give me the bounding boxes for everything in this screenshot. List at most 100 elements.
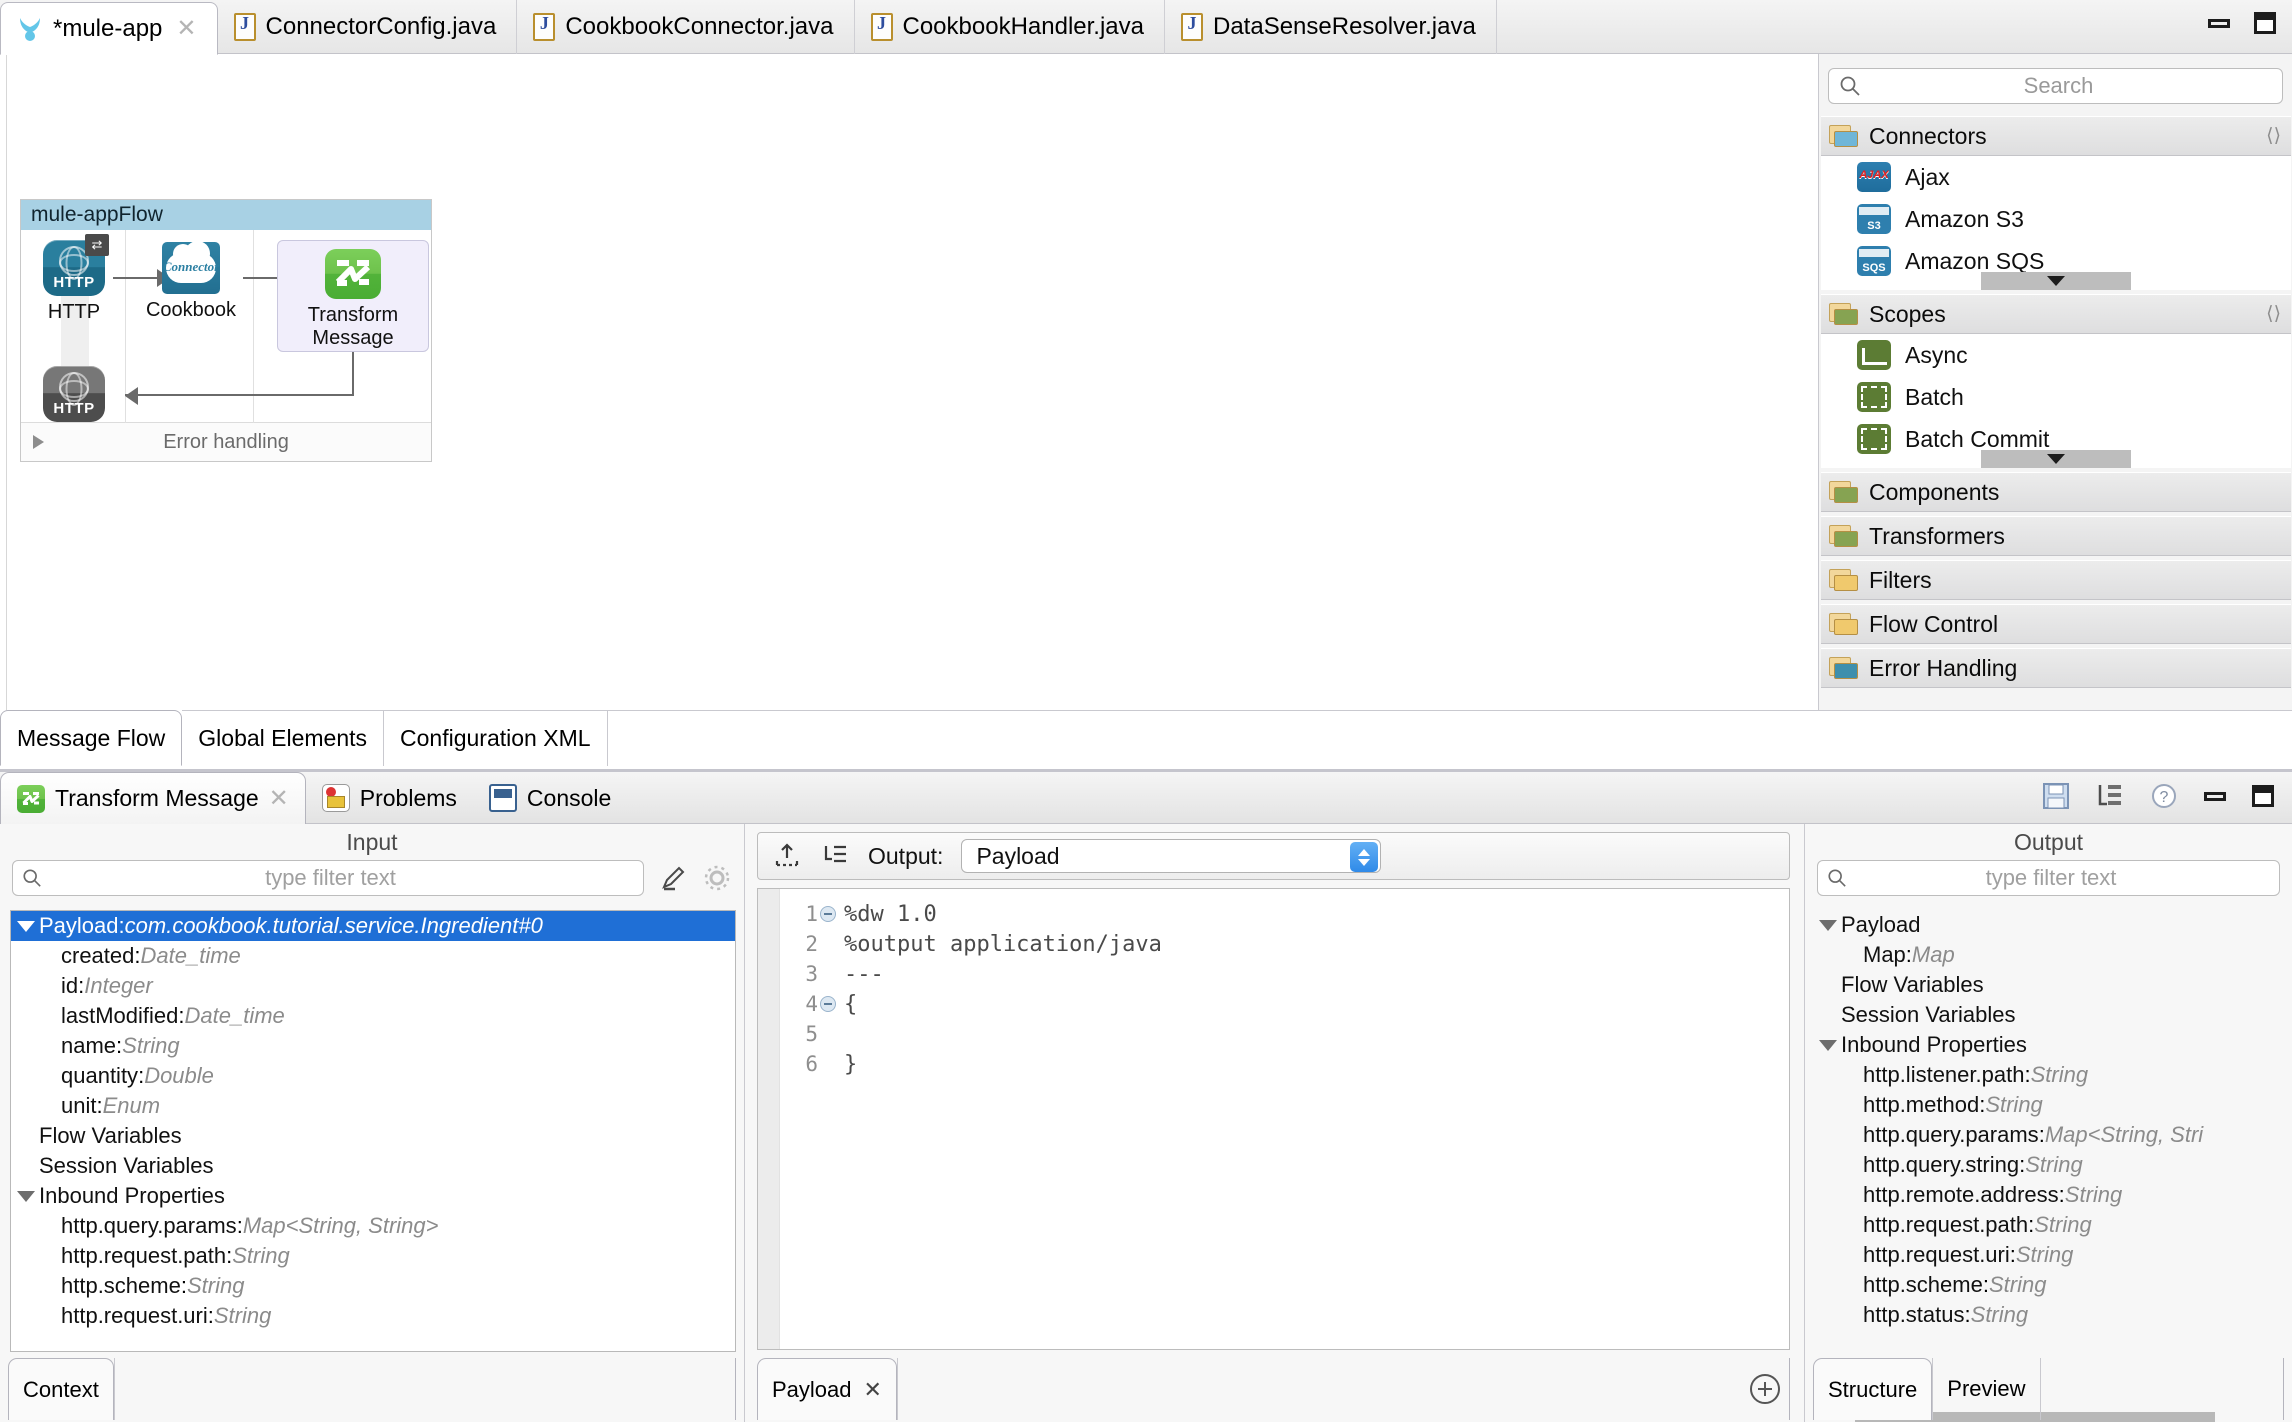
gear-icon[interactable] <box>702 863 732 893</box>
tree-node[interactable]: http.query.string : String <box>1813 1150 2282 1180</box>
tab-preview[interactable]: Preview <box>1932 1358 2039 1420</box>
pencil-icon[interactable] <box>658 863 688 893</box>
editor-tab-cookbookhandler-java[interactable]: CookbookHandler.java <box>855 0 1166 54</box>
tree-node[interactable]: Inbound Properties <box>1813 1030 2282 1060</box>
palette-group-header[interactable]: Connectors⟨⟩ <box>1821 116 2291 156</box>
tree-node[interactable]: http.request.uri : String <box>1813 1240 2282 1270</box>
collapse-all-icon[interactable]: ⟨⟩ <box>2266 125 2281 148</box>
code-line[interactable]: 3--- <box>780 959 1789 989</box>
tree-node[interactable]: http.request.uri : String <box>11 1301 735 1331</box>
plus-circle-icon[interactable] <box>1750 1374 1780 1404</box>
input-filter-field[interactable]: type filter text <box>12 860 644 896</box>
map-structure-icon[interactable] <box>820 841 850 871</box>
flow-node-cookbook[interactable]: Connector Cookbook <box>137 242 245 322</box>
output-select[interactable]: Payload <box>961 839 1381 873</box>
minimize-icon[interactable] <box>2208 19 2230 28</box>
tree-node[interactable]: quantity : Double <box>11 1061 735 1091</box>
flow-node-transform-message[interactable]: Transform Message <box>277 240 429 352</box>
editor-tab-datasenseresolver-java[interactable]: DataSenseResolver.java <box>1165 0 1497 54</box>
tree-node[interactable]: http.listener.path : String <box>1813 1060 2282 1090</box>
palette-group-header[interactable]: Flow Control <box>1821 604 2291 644</box>
error-handling-bar[interactable]: Error handling <box>21 423 431 461</box>
palette-item-batch[interactable]: Batch <box>1821 376 2291 418</box>
palette-group-header[interactable]: Components <box>1821 472 2291 512</box>
tree-node[interactable]: http.method : String <box>1813 1090 2282 1120</box>
collapse-all-icon[interactable]: ⟨⟩ <box>2266 303 2281 326</box>
flow-node-http-listener[interactable]: HTTP ⇄ HTTP <box>41 240 107 324</box>
view-tab-problems[interactable]: Problems <box>306 772 473 824</box>
tree-node[interactable]: http.query.params : Map<String, Stri <box>1813 1120 2282 1150</box>
expand-caret-icon[interactable] <box>17 921 35 932</box>
tree-node[interactable]: http.request.path : String <box>1813 1210 2282 1240</box>
tree-node[interactable]: Inbound Properties <box>11 1181 735 1211</box>
minimize-icon[interactable] <box>2204 792 2226 801</box>
tree-node[interactable]: Payload : com.cookbook.tutorial.service.… <box>11 911 735 941</box>
fold-toggle-icon[interactable] <box>818 906 838 922</box>
code-line[interactable]: 1%dw 1.0 <box>780 899 1789 929</box>
tree-node[interactable]: Map : Map <box>1813 940 2282 970</box>
close-icon[interactable]: ✕ <box>269 784 289 813</box>
help-icon[interactable]: ? <box>2150 782 2178 810</box>
tab-payload-mapping[interactable]: Payload ✕ <box>757 1358 897 1420</box>
output-tree[interactable]: PayloadMap : MapFlow VariablesSession Va… <box>1813 910 2282 1352</box>
flow-container[interactable]: mule-appFlow HTTP ⇄ HTTP <box>20 199 432 462</box>
save-icon[interactable] <box>2042 782 2070 810</box>
output-filter-field[interactable]: type filter text <box>1817 860 2280 896</box>
tree-node[interactable]: Flow Variables <box>11 1121 735 1151</box>
tree-node[interactable]: http.query.params : Map<String, String> <box>11 1211 735 1241</box>
code-line[interactable]: 2%output application/java <box>780 929 1789 959</box>
dataweave-code-area[interactable]: 1%dw 1.02%output application/java3---4{5… <box>757 888 1790 1350</box>
chevron-updown-icon[interactable] <box>1350 842 1378 872</box>
tree-node[interactable]: name : String <box>11 1031 735 1061</box>
tab-structure[interactable]: Structure <box>1813 1358 1932 1420</box>
expand-caret-icon[interactable] <box>1819 920 1837 931</box>
tab-message-flow[interactable]: Message Flow <box>0 710 182 766</box>
palette-group-header[interactable]: Transformers <box>1821 516 2291 556</box>
view-tab-console[interactable]: Console <box>473 772 627 824</box>
tab-context[interactable]: Context <box>8 1358 114 1420</box>
tree-node[interactable]: Session Variables <box>11 1151 735 1181</box>
palette-group-header[interactable]: Filters <box>1821 560 2291 600</box>
tree-node[interactable]: http.status : String <box>1813 1300 2282 1330</box>
maximize-icon[interactable] <box>2254 12 2276 34</box>
flow-canvas[interactable]: mule-appFlow HTTP ⇄ HTTP <box>0 54 1818 710</box>
editor-tab-connectorconfig-java[interactable]: ConnectorConfig.java <box>218 0 518 54</box>
tree-node[interactable]: http.scheme : String <box>11 1271 735 1301</box>
expand-triangle-icon[interactable] <box>33 435 44 449</box>
outline-tree-icon[interactable] <box>2096 782 2124 810</box>
flow-node-http-response[interactable]: HTTP <box>41 366 107 422</box>
code-line[interactable]: 6} <box>780 1049 1789 1079</box>
palette-scroll-down-button[interactable] <box>1981 272 2131 290</box>
tree-node[interactable]: Session Variables <box>1813 1000 2282 1030</box>
expand-caret-icon[interactable] <box>1819 1040 1837 1051</box>
expand-caret-icon[interactable] <box>17 1191 35 1202</box>
tree-node[interactable]: http.scheme : String <box>1813 1270 2282 1300</box>
tree-node[interactable]: created : Date_time <box>11 941 735 971</box>
tree-node[interactable]: id : Integer <box>11 971 735 1001</box>
tab-global-elements[interactable]: Global Elements <box>182 710 384 766</box>
palette-group-header[interactable]: Error Handling <box>1821 648 2291 688</box>
palette-scroll-down-button[interactable] <box>1981 450 2131 468</box>
palette-search[interactable]: Search <box>1828 68 2283 104</box>
code-line[interactable]: 4{ <box>780 989 1789 1019</box>
tree-node[interactable]: http.request.path : String <box>11 1241 735 1271</box>
palette-item-amazon-s3[interactable]: S3Amazon S3 <box>1821 198 2291 240</box>
palette-item-ajax[interactable]: Ajax <box>1821 156 2291 198</box>
tree-node[interactable]: Flow Variables <box>1813 970 2282 1000</box>
fold-toggle-icon[interactable] <box>818 996 838 1012</box>
palette-item-async[interactable]: Async <box>1821 334 2291 376</box>
view-tab-transform-message[interactable]: Transform Message✕ <box>0 772 306 824</box>
close-icon[interactable]: ✕ <box>864 1377 882 1403</box>
tab-configuration-xml[interactable]: Configuration XML <box>384 710 608 766</box>
close-icon[interactable]: ✕ <box>176 17 196 41</box>
editor-tab-cookbookconnector-java[interactable]: CookbookConnector.java <box>517 0 854 54</box>
tree-node[interactable]: http.remote.address : String <box>1813 1180 2282 1210</box>
tree-node[interactable]: Payload <box>1813 910 2282 940</box>
import-icon[interactable] <box>772 841 802 871</box>
editor-tab-mule-app[interactable]: *mule-app✕ <box>0 2 218 55</box>
code-line[interactable]: 5 <box>780 1019 1789 1049</box>
tree-node[interactable]: lastModified : Date_time <box>11 1001 735 1031</box>
input-tree[interactable]: Payload : com.cookbook.tutorial.service.… <box>10 910 736 1352</box>
maximize-icon[interactable] <box>2252 785 2274 807</box>
mule-palette[interactable]: Search Connectors⟨⟩AjaxS3Amazon S3SQSAma… <box>1818 54 2292 710</box>
